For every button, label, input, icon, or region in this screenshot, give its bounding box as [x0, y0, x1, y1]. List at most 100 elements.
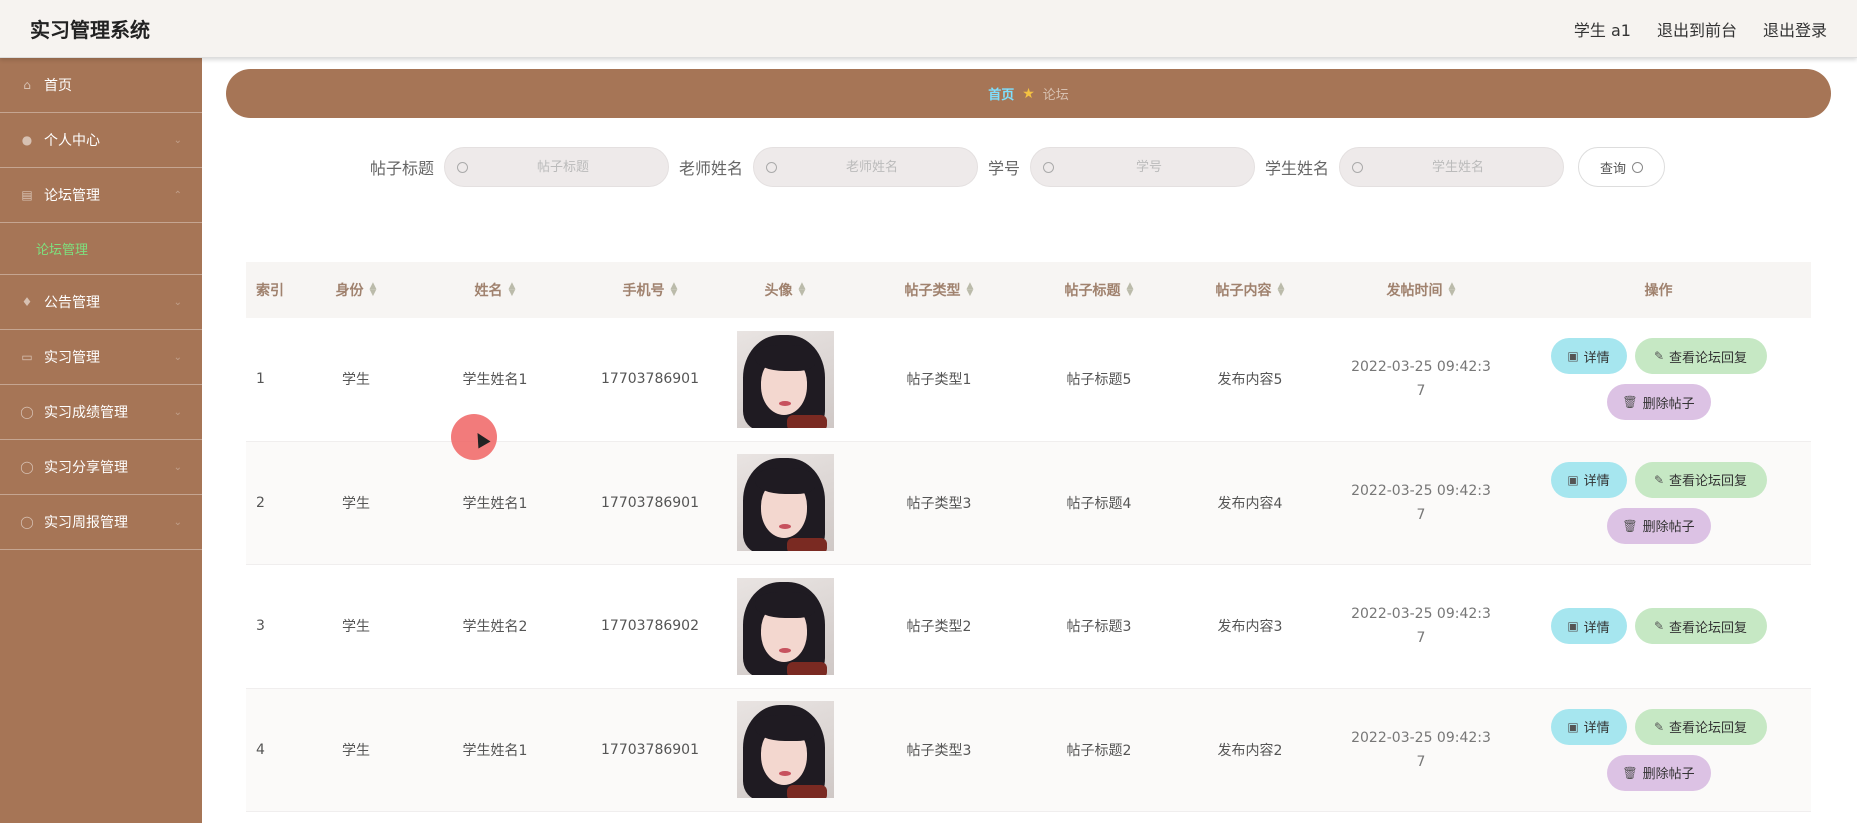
header-label: 手机号: [622, 283, 665, 299]
header-label: 姓名: [474, 283, 503, 299]
chevron-down-icon: ⌄: [173, 461, 182, 473]
header-content[interactable]: 帖子内容 ▲ ▼: [1164, 280, 1336, 300]
title-search-input[interactable]: [468, 158, 659, 176]
chevron-down-icon: ⌄: [173, 406, 182, 418]
header-label: 头像: [764, 283, 793, 299]
avatar[interactable]: [736, 330, 834, 428]
sidebar-item-label: 论坛管理: [44, 188, 100, 204]
view-reply-button[interactable]: ✎ 查看论坛回复: [1634, 608, 1767, 645]
post-time: 2022-03-25 09:42:37: [1351, 482, 1491, 523]
delete-label: 删除帖子: [1642, 767, 1695, 783]
sidebar-subitem-forum[interactable]: 论坛管理: [0, 223, 202, 275]
detail-label: 详情: [1583, 350, 1610, 366]
detail-button[interactable]: ▣ 详情: [1550, 461, 1627, 498]
home-icon: ⌂: [23, 78, 31, 92]
cell-phone: 17703786901: [601, 741, 699, 758]
header-type[interactable]: 帖子类型 ▲ ▼: [844, 280, 1034, 300]
breadcrumb: 首页 ★ 论坛: [226, 69, 1831, 118]
cell-role: 学生: [342, 619, 370, 636]
cell-time: 2022-03-25 09:42:37: [1336, 726, 1506, 774]
view-reply-button[interactable]: ✎ 查看论坛回复: [1634, 338, 1767, 375]
detail-label: 详情: [1583, 620, 1610, 636]
cell-name: 学生姓名1: [462, 372, 528, 389]
header-name[interactable]: 姓名 ▲ ▼: [416, 280, 574, 300]
header-ops: 操作: [1644, 283, 1673, 299]
cell-ops: ▣ 详情 ✎ 查看论坛回复 🗑 删除帖子: [1506, 338, 1811, 421]
header-label: 身份: [335, 283, 364, 299]
chevron-down-icon: ⌄: [173, 351, 182, 363]
sidebar-item-label: 实习周报管理: [44, 515, 128, 531]
sidebar-item-label: 实习管理: [44, 350, 100, 366]
cell-time: 2022-03-25 09:42:37: [1336, 602, 1506, 650]
post-time: 2022-03-25 09:42:37: [1351, 606, 1491, 647]
sno-search-input[interactable]: [1054, 158, 1245, 176]
breadcrumb-home[interactable]: 首页: [988, 84, 1014, 103]
sort-icon: ▲ ▼: [1448, 281, 1456, 298]
trash-icon: 🗑: [1622, 765, 1638, 780]
query-button[interactable]: 查询: [1578, 147, 1666, 187]
trash-icon: 🗑: [1622, 518, 1638, 533]
cell-title: 帖子标题2: [1066, 742, 1132, 759]
header-phone[interactable]: 手机号 ▲ ▼: [574, 280, 726, 300]
current-user[interactable]: 学生 a1: [1574, 17, 1631, 41]
avatar[interactable]: [736, 701, 834, 799]
cell-avatar: [726, 454, 844, 552]
table-row: 4 学生 学生姓名1 17703786901 帖子类型3 帖子标题2 发布内容2 2022-0…: [246, 688, 1811, 812]
header-avatar[interactable]: 头像 ▲ ▼: [726, 280, 844, 300]
detail-button[interactable]: ▣ 详情: [1550, 608, 1627, 645]
header-time[interactable]: 发帖时间 ▲ ▼: [1336, 280, 1506, 300]
sno-label: 学号: [988, 159, 1021, 178]
view-reply-button[interactable]: ✎ 查看论坛回复: [1634, 708, 1767, 745]
cell-content: 发布内容5: [1217, 372, 1283, 389]
avatar[interactable]: [736, 454, 834, 552]
student-search-input[interactable]: [1363, 158, 1554, 176]
student-search-field[interactable]: [1339, 147, 1565, 187]
sidebar-item-grades[interactable]: ◯ 实习成绩管理 ⌄: [0, 385, 202, 440]
cell-title: 帖子标题3: [1066, 619, 1132, 636]
delete-label: 删除帖子: [1642, 396, 1695, 412]
sort-icon: ▲ ▼: [798, 281, 806, 298]
detail-icon: ▣: [1567, 719, 1579, 734]
document-icon: ▤: [21, 188, 33, 202]
sidebar-item-label: 实习成绩管理: [44, 405, 128, 421]
user-icon: ●: [21, 133, 33, 147]
reply-label: 查看论坛回复: [1669, 721, 1748, 737]
sidebar-item-internship[interactable]: ▭ 实习管理 ⌄: [0, 330, 202, 385]
cell-content: 发布内容3: [1217, 619, 1283, 636]
sidebar-item-home[interactable]: ⌂ 首页: [0, 58, 202, 113]
trash-icon: 🗑: [1622, 395, 1638, 410]
teacher-label: 老师姓名: [679, 159, 744, 178]
teacher-search-input[interactable]: [777, 158, 968, 176]
header-role[interactable]: 身份 ▲ ▼: [296, 280, 416, 300]
detail-button[interactable]: ▣ 详情: [1550, 708, 1627, 745]
sno-search-field[interactable]: [1030, 147, 1256, 187]
detail-button[interactable]: ▣ 详情: [1550, 338, 1627, 375]
logout-link[interactable]: 退出登录: [1763, 17, 1827, 41]
sidebar-item-weekly[interactable]: ◯ 实习周报管理 ⌄: [0, 495, 202, 550]
sidebar-item-profile[interactable]: ● 个人中心 ⌄: [0, 113, 202, 168]
delete-post-button[interactable]: 🗑 删除帖子: [1606, 754, 1711, 791]
sidebar-item-share[interactable]: ◯ 实习分享管理 ⌄: [0, 440, 202, 495]
bulb-icon: ♦: [21, 295, 33, 309]
report-icon: ◯: [20, 515, 34, 529]
cell-type: 帖子类型1: [906, 372, 972, 389]
sidebar-item-notice[interactable]: ♦ 公告管理 ⌄: [0, 275, 202, 330]
breadcrumb-current: 论坛: [1042, 88, 1069, 103]
cell-avatar: [726, 577, 844, 675]
query-button-label: 查询: [1600, 161, 1627, 177]
delete-post-button[interactable]: 🗑 删除帖子: [1606, 507, 1711, 544]
sidebar-item-forum[interactable]: ▤ 论坛管理 ⌃: [0, 168, 202, 223]
detail-label: 详情: [1583, 721, 1610, 737]
avatar[interactable]: [736, 577, 834, 675]
exit-to-front-link[interactable]: 退出到前台: [1657, 17, 1737, 41]
cell-name: 学生姓名1: [462, 495, 528, 512]
search-icon: [766, 161, 778, 173]
delete-post-button[interactable]: 🗑 删除帖子: [1606, 384, 1711, 421]
cell-role: 学生: [342, 495, 370, 512]
view-reply-button[interactable]: ✎ 查看论坛回复: [1634, 461, 1767, 498]
chevron-down-icon: ⌄: [173, 516, 182, 528]
teacher-search-field[interactable]: [753, 147, 979, 187]
header-title[interactable]: 帖子标题 ▲ ▼: [1034, 280, 1164, 300]
title-search-field[interactable]: [444, 147, 670, 187]
header-label: 帖子内容: [1215, 283, 1272, 299]
